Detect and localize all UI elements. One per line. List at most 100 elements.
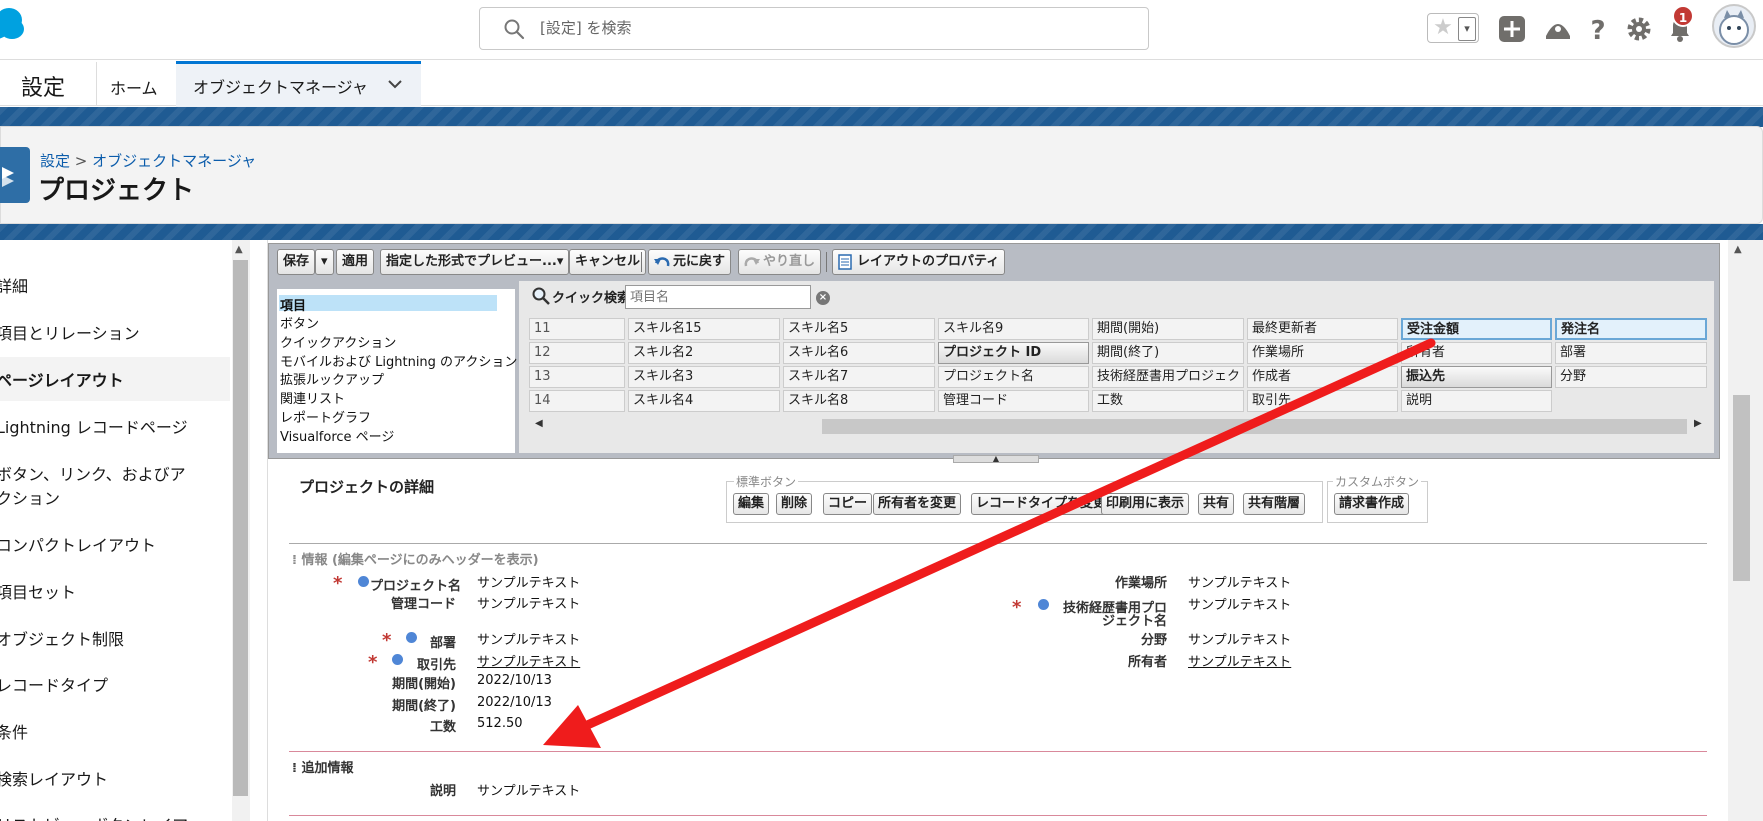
field-label-period-start[interactable]: 期間(開始) — [370, 673, 456, 692]
palette-field-item[interactable]: スキル名8 — [783, 390, 935, 412]
palette-field-item[interactable]: 取引先 — [1247, 390, 1398, 412]
standard-button-delete[interactable]: 削除 — [776, 493, 813, 515]
breadcrumb-setup-link[interactable]: 設定 — [40, 152, 70, 170]
trailhead-guidance-icon[interactable] — [1543, 14, 1573, 44]
palette-category-visualforce-pages[interactable]: Visualforce ページ — [280, 426, 394, 445]
sidebar-item-buttons-links-actions[interactable]: ボタン、リンク、およびア — [0, 461, 186, 485]
palette-field-item[interactable]: 発注名 — [1555, 318, 1707, 340]
sidebar-item-list-view-button-layout[interactable]: リストビューボタンレイア — [0, 812, 188, 821]
palette-field-item[interactable]: 所有者 — [1401, 342, 1552, 364]
redo-button[interactable]: やり直し — [738, 249, 822, 275]
clear-search-icon[interactable]: × — [816, 291, 830, 305]
standard-button-change-owner[interactable]: 所有者を変更 — [873, 493, 962, 515]
palette-category-quick-actions[interactable]: クイックアクション — [280, 332, 396, 351]
field-label-field-of-work[interactable]: 分野 — [1040, 629, 1167, 648]
quick-find-input[interactable] — [625, 285, 811, 309]
scroll-right-icon[interactable]: ▶ — [1694, 418, 1702, 429]
salesforce-cloud-icon[interactable] — [0, 6, 28, 42]
field-label-owner[interactable]: 所有者 — [1040, 651, 1167, 670]
standard-button-edit[interactable]: 編集 — [733, 493, 770, 515]
undo-button[interactable]: 元に戻す — [648, 249, 732, 275]
field-label-period-end[interactable]: 期間(終了) — [370, 695, 456, 714]
palette-field-item[interactable]: プロジェクト名 — [938, 366, 1089, 388]
palette-field-item[interactable]: スキル名15 — [628, 318, 780, 340]
sidebar-item-page-layouts[interactable]: ページレイアウト — [0, 367, 124, 391]
global-add-icon[interactable] — [1497, 14, 1527, 44]
palette-field-item[interactable]: 受注金額 — [1401, 318, 1552, 340]
palette-field-item[interactable]: 最終更新者 — [1247, 318, 1398, 340]
field-label-man-hours[interactable]: 工数 — [370, 716, 456, 735]
nav-tab-home[interactable]: ホーム — [110, 75, 158, 99]
palette-category-fields[interactable]: 項目 — [280, 295, 306, 314]
field-label-department[interactable]: 部署 — [370, 632, 456, 651]
palette-category-mobile-lightning-actions[interactable]: モバイルおよび Lightning のアクション — [280, 351, 517, 370]
palette-field-item[interactable]: スキル名7 — [783, 366, 935, 388]
standard-button-clone[interactable]: コピー — [823, 493, 873, 515]
save-dropdown-button[interactable]: ▾ — [315, 249, 334, 275]
favorites-dropdown-button[interactable]: ▾ — [1458, 17, 1476, 41]
sidebar-item-buttons-links-actions-line2[interactable]: クション — [0, 485, 60, 509]
apply-button[interactable]: 適用 — [336, 249, 375, 275]
field-label-management-code[interactable]: 管理コード — [370, 593, 456, 612]
sidebar-item-object-limits[interactable]: オブジェクト制限 — [0, 626, 124, 650]
custom-button-create-invoice[interactable]: 請求書作成 — [1334, 493, 1410, 515]
palette-field-item[interactable]: 管理コード — [938, 390, 1089, 412]
extra-section-header[interactable]: ⁞ 追加情報 — [292, 757, 353, 776]
palette-field-item[interactable]: 技術経歴書用プロジェクト名 — [1092, 366, 1244, 388]
global-search-input[interactable] — [540, 14, 1130, 42]
palette-category-buttons[interactable]: ボタン — [280, 313, 319, 332]
palette-resize-handle[interactable]: ▲ — [953, 455, 1039, 463]
layout-properties-button[interactable]: レイアウトのプロパティ — [832, 249, 1006, 275]
palette-horizontal-scrollbar-thumb[interactable] — [822, 419, 1687, 434]
palette-field-item[interactable]: スキル名3 — [628, 366, 780, 388]
page-scrollbar-thumb[interactable] — [1733, 395, 1750, 581]
info-section-header[interactable]: ⁞ 情報 (編集ページにのみヘッダーを表示) — [292, 549, 539, 568]
palette-field-item[interactable]: 作成者 — [1247, 366, 1398, 388]
sidebar-scroll-up-icon[interactable]: ▲ — [235, 244, 243, 255]
scroll-left-icon[interactable]: ◀ — [535, 418, 543, 429]
sidebar-item-restriction-rules[interactable]: 条件 — [0, 719, 28, 743]
palette-field-item[interactable]: 工数 — [1092, 390, 1244, 412]
sidebar-item-lightning-record-pages[interactable]: Lightning レコードページ — [0, 414, 188, 438]
palette-field-item[interactable]: スキル名9 — [938, 318, 1089, 340]
sidebar-item-compact-layouts[interactable]: コンパクトレイアウト — [0, 532, 156, 556]
setup-gear-icon[interactable] — [1624, 14, 1654, 44]
palette-field-item[interactable]: スキル名6 — [783, 342, 935, 364]
standard-button-printable-view[interactable]: 印刷用に表示 — [1101, 493, 1190, 515]
field-label-project-name[interactable]: プロジェクト名 — [370, 575, 461, 594]
palette-category-expanded-lookups[interactable]: 拡張ルックアップ — [280, 369, 384, 388]
save-button[interactable]: 保存 — [277, 249, 316, 275]
user-avatar[interactable] — [1712, 4, 1756, 48]
palette-field-item[interactable]: スキル名2 — [628, 342, 780, 364]
palette-field-item[interactable]: 振込先 — [1401, 366, 1552, 388]
sidebar-item-details[interactable]: 詳細 — [0, 273, 28, 297]
standard-button-sharing[interactable]: 共有 — [1198, 493, 1235, 515]
sidebar-item-field-sets[interactable]: 項目セット — [0, 579, 76, 603]
palette-field-item[interactable]: 説明 — [1401, 390, 1552, 412]
breadcrumb-object-manager-link[interactable]: オブジェクトマネージャ — [92, 152, 256, 170]
palette-field-item[interactable]: 部署 — [1555, 342, 1707, 364]
sidebar-item-record-types[interactable]: レコードタイプ — [0, 672, 108, 696]
palette-field-item[interactable]: 期間(終了) — [1092, 342, 1244, 364]
preview-as-button[interactable]: 指定した形式でプレビュー...▾ — [380, 249, 570, 275]
palette-field-item[interactable]: プロジェクト ID — [938, 342, 1089, 364]
sidebar-item-search-layouts[interactable]: 検索レイアウト — [0, 766, 108, 790]
field-label-description[interactable]: 説明 — [370, 780, 456, 799]
sidebar-scrollbar-thumb[interactable] — [233, 260, 248, 796]
standard-button-sharing-hierarchy[interactable]: 共有階層 — [1243, 493, 1306, 515]
sidebar-item-fields-relationships[interactable]: 項目とリレーション — [0, 320, 140, 344]
palette-field-item[interactable]: 期間(開始) — [1092, 318, 1244, 340]
palette-category-report-charts[interactable]: レポートグラフ — [280, 407, 371, 426]
palette-field-item[interactable]: 分野 — [1555, 366, 1707, 388]
favorite-star-icon[interactable]: ★ — [1430, 14, 1456, 42]
help-icon[interactable]: ? — [1583, 14, 1613, 44]
field-label-account[interactable]: 取引先 — [370, 654, 456, 673]
palette-field-item[interactable]: スキル名5 — [783, 318, 935, 340]
field-label-work-location[interactable]: 作業場所 — [1040, 572, 1167, 591]
standard-button-change-record-type[interactable]: レコードタイプを変更 — [971, 493, 1112, 515]
page-scroll-up-icon[interactable]: ▲ — [1734, 244, 1742, 255]
chevron-down-icon[interactable] — [386, 75, 404, 93]
palette-field-item[interactable]: 作業場所 — [1247, 342, 1398, 364]
palette-category-related-lists[interactable]: 関連リスト — [280, 388, 345, 407]
cancel-button[interactable]: キャンセル — [569, 249, 647, 275]
